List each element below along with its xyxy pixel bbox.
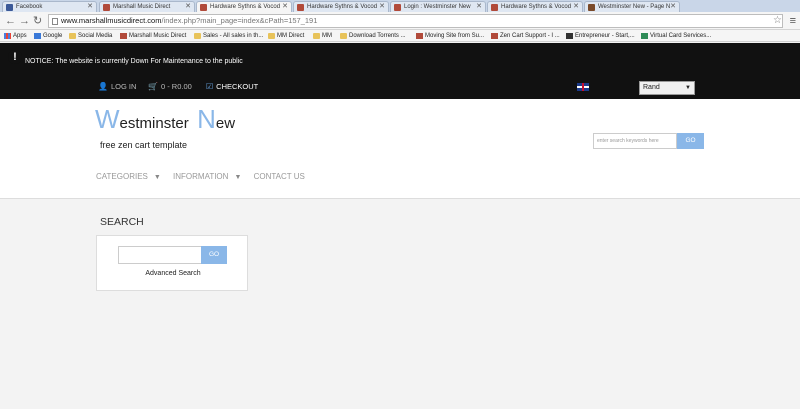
nav-information[interactable]: INFORMATION (173, 172, 228, 181)
bookmark-mm[interactable]: MM (313, 31, 332, 41)
zencart-icon (416, 33, 423, 39)
caret-down-icon[interactable]: ▼ (154, 174, 161, 181)
zencart-icon (491, 4, 498, 11)
folder-icon (69, 33, 76, 39)
search-go-button[interactable]: GO (201, 246, 227, 264)
monkey-icon (588, 4, 595, 11)
caret-down-icon[interactable]: ▼ (234, 174, 241, 181)
advanced-search-link[interactable]: Advanced Search (97, 270, 249, 277)
cart-link[interactable]: 🛒 0 - R0.00 (148, 82, 192, 91)
menu-icon[interactable]: ≡ (790, 14, 796, 28)
bookmarks-bar: Apps Google Social Media Marshall Music … (0, 30, 800, 42)
search-panel: GO Advanced Search (96, 235, 248, 291)
bookmark-zen-cart-support[interactable]: Zen Cart Support - I ... (491, 31, 560, 41)
header-search-input[interactable]: enter search keywords here (593, 133, 677, 149)
folder-icon (194, 33, 201, 39)
browser-tab-facebook[interactable]: Facebook ✕ (2, 1, 97, 12)
window-controls (760, 0, 800, 12)
site-header: Westminster New free zen cart template e… (0, 99, 800, 199)
bookmark-moving-site[interactable]: Moving Site from Su... (416, 31, 484, 41)
dropdown-arrow-icon: ▼ (685, 85, 691, 91)
checkout-link[interactable]: ☑ CHECKOUT (206, 82, 258, 91)
nav-contact-us[interactable]: CONTACT US (254, 172, 305, 181)
user-icon: 👤 (98, 82, 108, 91)
maintenance-notice: ! NOTICE: The website is currently Down … (0, 43, 800, 73)
close-icon[interactable]: ✕ (282, 2, 288, 12)
close-icon[interactable]: ✕ (670, 2, 676, 12)
bookmark-google[interactable]: Google (34, 31, 62, 41)
browser-tab-login[interactable]: Login : Westminster New ✕ (390, 1, 486, 12)
page-title: SEARCH (100, 216, 144, 228)
browser-tab-westminster[interactable]: Westminster New - Page N ✕ (584, 1, 680, 12)
alert-icon: ! (8, 50, 22, 64)
nav-categories[interactable]: CATEGORIES (96, 172, 148, 181)
currency-select[interactable]: Rand ▼ (639, 81, 695, 95)
close-icon[interactable]: ✕ (185, 2, 191, 12)
bookmark-entrepreneur[interactable]: Entrepreneur - Start,... (566, 31, 635, 41)
zencart-icon (120, 33, 127, 39)
main-navigation: CATEGORIES ▼ INFORMATION ▼ CONTACT US (96, 172, 315, 181)
entrepreneur-icon (566, 33, 573, 39)
close-icon[interactable]: ✕ (379, 2, 385, 12)
browser-tab-hardware-2[interactable]: Hardware Sythns & Vocod ✕ (293, 1, 389, 12)
zencart-icon (103, 4, 110, 11)
folder-icon (313, 33, 320, 39)
close-icon[interactable]: ✕ (476, 2, 482, 12)
forward-arrow-icon[interactable]: → (19, 14, 30, 28)
zencart-icon (200, 4, 207, 11)
bookmark-social-media[interactable]: Social Media (69, 31, 112, 41)
bookmark-mm-direct[interactable]: MM Direct (268, 31, 304, 41)
checkbox-icon: ☑ (206, 82, 214, 91)
uk-flag-icon[interactable] (577, 83, 589, 91)
bookmark-apps[interactable]: Apps (4, 31, 27, 41)
top-nav-bar: 👤 LOG IN 🛒 0 - R0.00 ☑ CHECKOUT Rand ▼ (0, 73, 800, 99)
search-input[interactable] (118, 246, 202, 264)
site-logo[interactable]: Westminster New (95, 104, 235, 135)
browser-tab-strip: Facebook ✕ Marshall Music Direct ✕ Hardwar… (0, 0, 800, 12)
bookmark-sales[interactable]: Sales - All sales in th... (194, 31, 263, 41)
browser-toolbar: ← → ↻ www.marshallmusicdirect.com/index.… (0, 12, 800, 30)
apps-grid-icon (4, 33, 11, 39)
close-icon[interactable]: ✕ (87, 2, 93, 12)
browser-tab-hardware-3[interactable]: Hardware Sythns & Vocod ✕ (487, 1, 583, 12)
browser-tab-marshall[interactable]: Marshall Music Direct ✕ (99, 1, 195, 12)
zencart-icon (297, 4, 304, 11)
bookmark-virtual-card[interactable]: Virtual Card Services... (641, 31, 711, 41)
bookmark-star-icon[interactable]: ☆ (773, 15, 782, 27)
main-content: SEARCH GO Advanced Search (0, 200, 800, 409)
bookmark-marshall[interactable]: Marshall Music Direct (120, 31, 186, 41)
reload-icon[interactable]: ↻ (33, 14, 42, 28)
browser-tab-hardware-active[interactable]: Hardware Sythns & Vocod ✕ (196, 1, 292, 12)
shield-icon (340, 33, 347, 39)
site-tagline: free zen cart template (100, 140, 188, 150)
zencart-icon (491, 33, 498, 39)
facebook-icon (6, 4, 13, 11)
close-icon[interactable]: ✕ (573, 2, 579, 12)
header-search-go-button[interactable]: GO (677, 133, 704, 149)
address-bar[interactable]: www.marshallmusicdirect.com/index.php?ma… (48, 14, 783, 28)
back-arrow-icon[interactable]: ← (5, 14, 16, 28)
page-icon (52, 18, 58, 25)
folder-icon (268, 33, 275, 39)
v-icon (641, 33, 648, 39)
google-icon (34, 33, 41, 39)
login-link[interactable]: 👤 LOG IN (98, 82, 136, 91)
zencart-icon (394, 4, 401, 11)
bookmark-download-torrents[interactable]: Download Torrents ... (340, 31, 406, 41)
cart-icon: 🛒 (148, 82, 158, 91)
